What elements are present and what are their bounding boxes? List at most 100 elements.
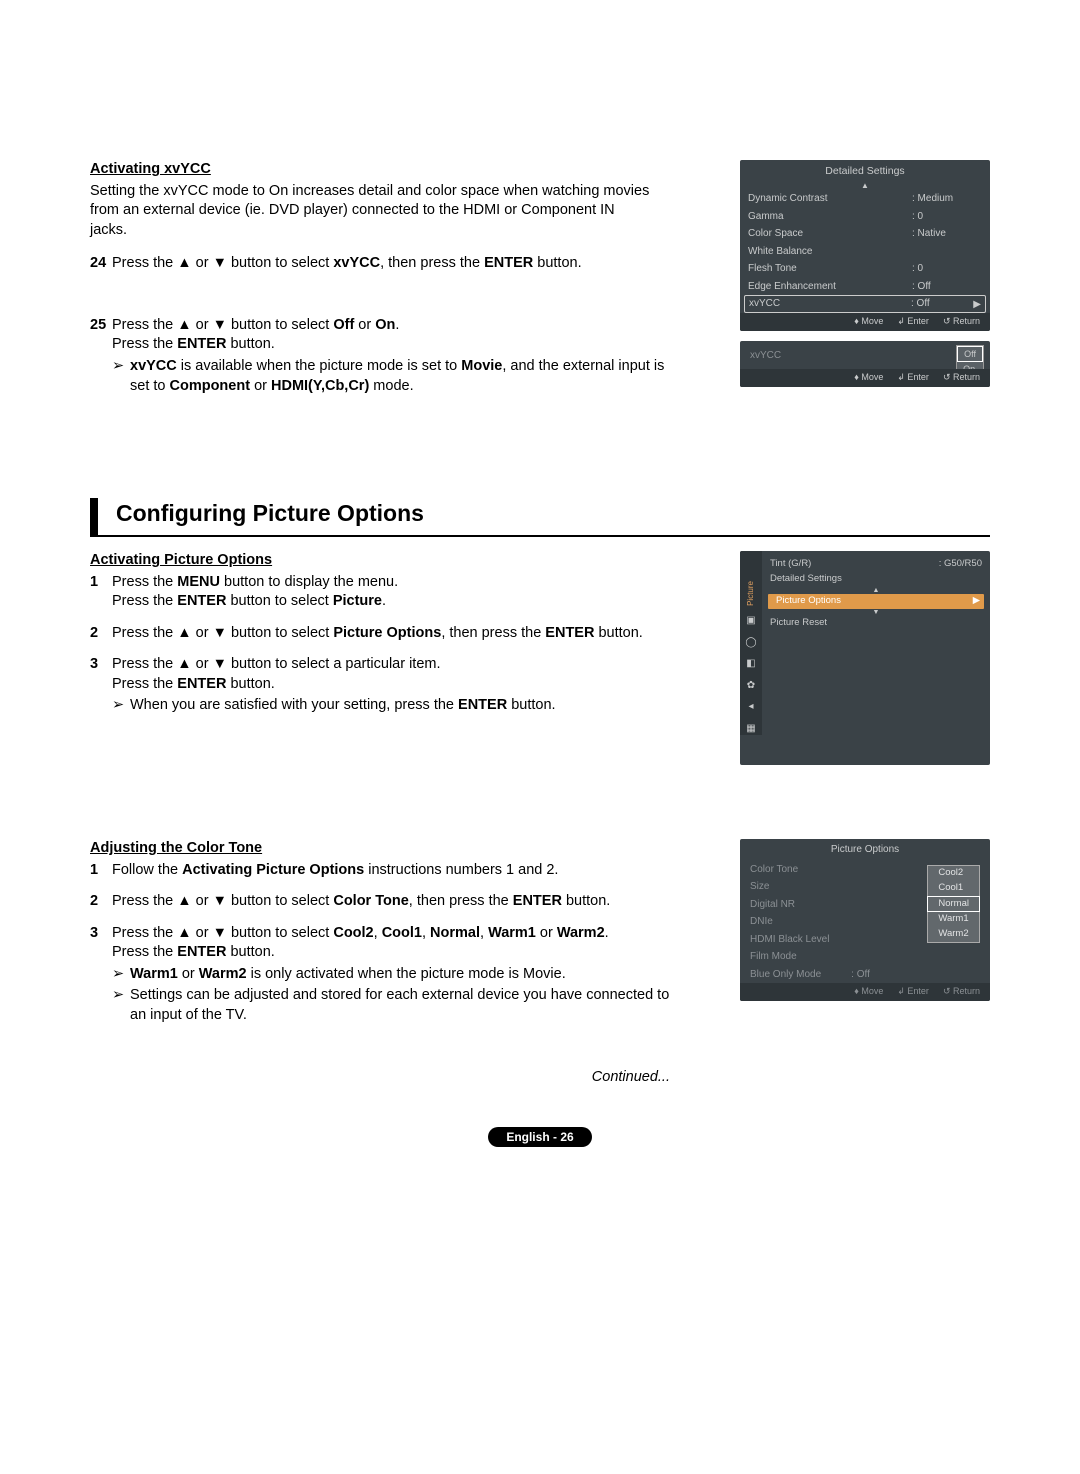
osd-option: Warm2 [928, 927, 979, 942]
t: ENTER [177, 336, 226, 352]
t: Press the [112, 336, 177, 352]
section-heading: Configuring Picture Options [90, 498, 990, 537]
picture-icon: ▣ [746, 614, 755, 628]
step-num: 2 [90, 892, 112, 912]
t: HDMI(Y,Cb,Cr) [271, 378, 369, 394]
t: xvYCC [333, 255, 380, 271]
osd-row: Film Mode [740, 948, 990, 966]
osd-row-v: : Off [851, 969, 870, 980]
osd-row-k: Detailed Settings [770, 573, 982, 586]
osd-row-k: Gamma [748, 210, 912, 224]
step-3: 3 Press the ▲ or ▼ button to select a pa… [90, 655, 670, 716]
t: MENU [177, 574, 220, 590]
osd-option: Cool1 [928, 881, 979, 896]
osd-row-v: : G50/R50 [939, 558, 982, 571]
osd-xvycc-options: xvYCC Off On ♦ Move ↲ Enter ↺ Return [740, 341, 990, 387]
t: Warm2 [199, 966, 247, 982]
osd-row-highlighted: Picture Options▶ [768, 594, 984, 609]
t: button to select [226, 593, 332, 609]
osd-option: Warm1 [928, 912, 979, 927]
t: is only activated when the picture mode … [247, 966, 566, 982]
t: Warm1 [130, 966, 178, 982]
t: Settings can be adjusted and stored for … [130, 986, 670, 1025]
channel-icon: ◧ [746, 657, 755, 671]
t: . [395, 317, 399, 333]
osd-row-k: xvYCC [749, 297, 911, 311]
t: button to display the menu. [220, 574, 398, 590]
enter-hint: ↲ Enter [897, 985, 929, 997]
t: , then press the [441, 625, 545, 641]
osd-footer: ♦ Move ↲ Enter ↺ Return [740, 983, 990, 1001]
osd-footer: ♦ Move ↲ Enter ↺ Return [740, 369, 990, 387]
t: Component [170, 378, 251, 394]
t: Press the ▲ or ▼ button to select a part… [112, 655, 670, 675]
t: button. [226, 944, 274, 960]
osd-picture-options: Picture Options Color Tone Size Digital … [740, 839, 990, 1001]
t: Press the ▲ or ▼ button to select [112, 317, 333, 333]
step-num: 2 [90, 624, 112, 644]
t: ENTER [484, 255, 533, 271]
down-arrow-icon: ▼ [762, 609, 990, 616]
step-num: 3 [90, 655, 112, 716]
t: . [605, 925, 609, 941]
osd-row-v: : 0 [912, 210, 982, 224]
osd-title: Picture Options [740, 839, 990, 861]
osd-sidebar: Picture ▣ ◯ ◧ ✿ ◂ ▦ [740, 551, 762, 735]
right-chevron-icon: ▶ [973, 595, 980, 608]
osd-row-k: Flesh Tone [748, 262, 912, 276]
step-25: 25 Press the ▲ or ▼ button to select Off… [90, 316, 670, 396]
t: xvYCC [130, 358, 177, 374]
page-footer: English - 26 [90, 1127, 990, 1148]
step-num: 24 [90, 254, 112, 274]
step-3: 3 Press the ▲ or ▼ button to select Cool… [90, 924, 670, 1026]
t: , then press the [380, 255, 484, 271]
t: , [480, 925, 488, 941]
move-hint: ♦ Move [854, 985, 883, 997]
osd-row-v: : 0 [912, 262, 982, 276]
step-2: 2 Press the ▲ or ▼ button to select Pict… [90, 624, 670, 644]
t: or [250, 378, 271, 394]
sound-icon: ◯ [745, 636, 756, 650]
t: button. [226, 676, 274, 692]
t: Press the ▲ or ▼ button to select [112, 925, 333, 941]
step-1: 1 Press the MENU button to display the m… [90, 573, 670, 612]
osd-row-k: White Balance [748, 245, 912, 259]
t: instructions numbers 1 and 2. [364, 862, 558, 878]
t: , [422, 925, 430, 941]
t: Press the ▲ or ▼ button to select [112, 893, 333, 909]
t: Cool2 [333, 925, 373, 941]
osd-picture-menu: Picture ▣ ◯ ◧ ✿ ◂ ▦ Tint (G/R): G50/R50 … [740, 551, 990, 765]
osd-row-v [912, 245, 982, 259]
xvycc-intro: Setting the xvYCC mode to On increases d… [90, 182, 650, 241]
t: Normal [430, 925, 480, 941]
xvycc-heading: Activating xvYCC [90, 160, 670, 180]
t: Follow the [112, 862, 182, 878]
osd-row-k: Dynamic Contrast [748, 192, 912, 206]
osd-row: Blue Only Mode: Off [740, 966, 990, 984]
t: Picture Options [333, 625, 441, 641]
t: Press the [112, 944, 177, 960]
step-1: 1 Follow the Activating Picture Options … [90, 861, 670, 881]
osd-row-k: Edge Enhancement [748, 280, 912, 294]
up-arrow-icon: ▲ [740, 182, 990, 190]
return-hint: ↺ Return [943, 315, 980, 327]
t: Activating Picture Options [182, 862, 364, 878]
t: Press the [112, 593, 177, 609]
osd-row-v: : Native [912, 227, 982, 241]
up-arrow-icon: ▲ [762, 587, 990, 594]
t: When you are satisfied with your setting… [130, 697, 458, 713]
step-num: 25 [90, 316, 112, 396]
input-icon: ◂ [748, 700, 753, 714]
t: or [354, 317, 375, 333]
osd-row-k: Picture Reset [770, 617, 982, 630]
step-num: 1 [90, 861, 112, 881]
t: , then press the [409, 893, 513, 909]
app-icon: ▦ [746, 722, 755, 736]
t: Warm1 [488, 925, 536, 941]
t: Movie [461, 358, 502, 374]
t: or [178, 966, 199, 982]
osd-row-v: : Off [912, 280, 982, 294]
t: or [536, 925, 557, 941]
osd-row-k: Tint (G/R) [770, 558, 939, 571]
osd-row-k: Color Space [748, 227, 912, 241]
